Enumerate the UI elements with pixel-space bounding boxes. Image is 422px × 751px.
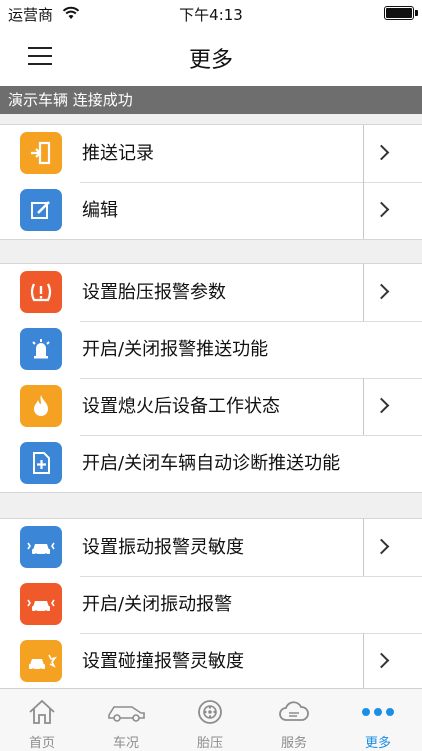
alarm-push-icon [20, 328, 62, 370]
list-item-label: 开启/关闭报警推送功能 [82, 339, 269, 360]
tab-label: 首页 [28, 736, 55, 751]
list-item-label: 推送记录 [82, 143, 154, 164]
settings-group-alarm: 设置胎压报警参数 开启/关闭报警推送功能 设置熄火后设备工作状态 开启/关闭车辆… [0, 263, 422, 493]
car-vibration-icon [20, 526, 62, 568]
car-outline-icon [106, 697, 146, 727]
list-item-label: 编辑 [82, 200, 118, 221]
chevron-right-icon [373, 144, 390, 161]
cloud-service-icon [274, 697, 314, 727]
tab-label: 更多 [364, 736, 391, 751]
list-item-label: 设置胎压报警参数 [82, 282, 226, 303]
flame-icon [20, 385, 62, 427]
list-item-label: 开启/关闭车辆自动诊断推送功能 [82, 453, 341, 474]
tab-label: 车况 [112, 736, 139, 751]
document-plus-icon [20, 442, 62, 484]
battery-icon [384, 6, 418, 20]
exit-door-icon [20, 132, 62, 174]
tab-bar: 首页 车况 胎压 服务 更多 [0, 688, 422, 751]
list-item-tire-pressure-alarm[interactable]: 设置胎压报警参数 [0, 264, 422, 321]
tab-label: 胎压 [196, 736, 223, 751]
status-time: 下午4:13 [179, 6, 243, 24]
list-item-vibration-alarm-toggle[interactable]: 开启/关闭振动报警 [0, 576, 422, 633]
chevron-right-icon [373, 538, 390, 555]
tire-pressure-warning-icon [20, 271, 62, 313]
tab-vehicle-status[interactable]: 车况 [84, 689, 168, 751]
tab-home[interactable]: 首页 [0, 689, 84, 751]
list-item-push-history[interactable]: 推送记录 [0, 125, 422, 182]
home-icon [22, 697, 62, 727]
list-item-label: 设置碰撞报警灵敏度 [82, 651, 244, 672]
chevron-right-icon [373, 397, 390, 414]
chevron-right-icon [373, 652, 390, 669]
list-item-engine-off-status[interactable]: 设置熄火后设备工作状态 [0, 378, 422, 435]
list-item-auto-diagnosis-push[interactable]: 开启/关闭车辆自动诊断推送功能 [0, 435, 422, 492]
list-item-label: 设置熄火后设备工作状态 [82, 396, 280, 417]
connection-status-banner: 演示车辆 连接成功 [0, 86, 422, 114]
tab-tire-pressure[interactable]: 胎压 [168, 689, 252, 751]
list-item-label: 设置振动报警灵敏度 [82, 537, 244, 558]
tab-service[interactable]: 服务 [252, 689, 336, 751]
car-collision-icon [20, 640, 62, 682]
list-item-label: 开启/关闭振动报警 [82, 594, 233, 615]
edit-pencil-icon [20, 189, 62, 231]
tab-more[interactable]: 更多 [336, 689, 420, 751]
status-bar: 运营商 下午4:13 [0, 0, 422, 28]
chevron-right-icon [373, 283, 390, 300]
list-item-edit[interactable]: 编辑 [0, 182, 422, 239]
list-item-vibration-sensitivity[interactable]: 设置振动报警灵敏度 [0, 519, 422, 576]
settings-group-vibration: 设置振动报警灵敏度 开启/关闭振动报警 设置碰撞报警灵敏度 [0, 518, 422, 690]
settings-group-push: 推送记录 编辑 [0, 124, 422, 240]
tire-icon [190, 697, 230, 727]
nav-bar: 更多 [0, 28, 422, 86]
more-dots-icon [358, 697, 398, 727]
tab-label: 服务 [280, 736, 307, 751]
chevron-right-icon [373, 201, 390, 218]
page-title: 更多 [188, 48, 233, 73]
car-vibration-alert-icon [20, 583, 62, 625]
list-item-collision-sensitivity[interactable]: 设置碰撞报警灵敏度 [0, 633, 422, 690]
list-item-alarm-push-toggle[interactable]: 开启/关闭报警推送功能 [0, 321, 422, 378]
